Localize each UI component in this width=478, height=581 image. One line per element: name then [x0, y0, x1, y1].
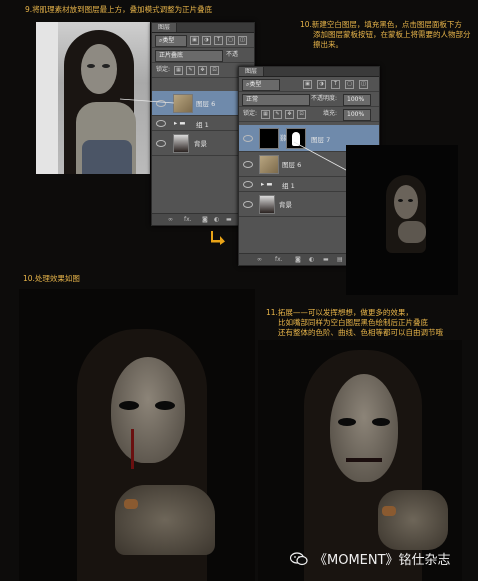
- panel1-tab-layers[interactable]: 图层: [152, 23, 178, 32]
- panel2-lock-label: 锁定:: [243, 110, 258, 117]
- visibility-eye-icon[interactable]: [156, 120, 166, 127]
- panel1-layer-name: 组 1: [196, 121, 209, 129]
- panel1-blend-row: 正片叠底 不透: [152, 48, 254, 63]
- panel1-filter-select[interactable]: ⌕类型: [155, 35, 187, 47]
- new-group-icon[interactable]: ▬: [226, 216, 232, 223]
- panel1-tabbar: 图层: [152, 23, 254, 33]
- adjustment-layer-icon[interactable]: ◐: [309, 256, 314, 263]
- wechat-icon: [289, 551, 308, 566]
- result-photo-large: [19, 289, 255, 581]
- photo-thumbnail: [259, 195, 275, 214]
- panel2-filter-label: 类型: [249, 81, 262, 88]
- visibility-eye-icon[interactable]: [243, 161, 253, 168]
- panel1-filter-row: ⌕类型 ▣ ◑ T ▢ ◫: [152, 33, 254, 48]
- lock-transparency-icon[interactable]: ▦: [174, 66, 183, 75]
- result-photo-extended: [258, 340, 462, 581]
- panel2-fill-label: 填充:: [323, 110, 338, 117]
- panel2-opacity-label: 不透明度:: [311, 95, 338, 102]
- lock-all-icon[interactable]: ⊡: [297, 110, 306, 119]
- link-icon[interactable]: ∞: [168, 216, 173, 223]
- step10-caption-line2: 添加图层蒙板按钮，在蒙板上将需要的人物部分: [313, 30, 471, 39]
- pointer-line: [119, 98, 175, 104]
- visibility-eye-icon[interactable]: [243, 135, 253, 142]
- panel2-tab-layers[interactable]: 图层: [239, 67, 265, 76]
- orange-arrow-icon: [210, 230, 226, 245]
- text-filter-icon[interactable]: T: [331, 80, 340, 89]
- new-group-icon[interactable]: ▬: [323, 256, 329, 263]
- text-filter-icon[interactable]: T: [214, 36, 223, 45]
- visibility-eye-icon[interactable]: [156, 140, 166, 147]
- panel1-lock-label: 锁定:: [156, 66, 171, 73]
- panel2-tabbar: 图层: [239, 67, 379, 77]
- panel2-blend-mode-select[interactable]: 正常: [242, 94, 310, 106]
- step10-caption-line1: 10.新建空白图层，填充黑色，点击图层面板下方: [300, 20, 462, 29]
- texture-thumbnail: [259, 155, 279, 174]
- step9-caption: 9.将肌理素材放到图层最上方，叠加模式调整为正片叠底: [25, 5, 213, 14]
- fx-icon[interactable]: fx.: [275, 256, 283, 263]
- smart-object-filter-icon[interactable]: ◫: [359, 80, 368, 89]
- lock-paint-icon[interactable]: ✎: [273, 110, 282, 119]
- panel2-blend-row: 正常 不透明度: 100%: [239, 92, 379, 107]
- lock-paint-icon[interactable]: ✎: [186, 66, 195, 75]
- group-expand-icon[interactable]: ▸ ▬: [174, 119, 185, 127]
- visibility-eye-icon[interactable]: [243, 201, 253, 208]
- link-icon[interactable]: ∞: [257, 256, 262, 263]
- shape-filter-icon[interactable]: ▢: [226, 36, 235, 45]
- watermark-text: 《MOMENT》铭仕杂志: [314, 552, 451, 568]
- panel2-fill-input[interactable]: 100%: [343, 109, 371, 121]
- step11-caption-line2: 比如嘴部同样为空白图层黑色绘制后正片叠底: [278, 318, 428, 327]
- image-filter-icon[interactable]: ▣: [303, 80, 312, 89]
- adjustment-filter-icon[interactable]: ◑: [317, 80, 326, 89]
- group-expand-icon[interactable]: ▸ ▬: [261, 180, 272, 188]
- photo-thumbnail: [173, 134, 189, 153]
- panel2-lock-row: 锁定: ▦ ✎ ✥ ⊡ 填充: 100%: [239, 107, 379, 122]
- add-mask-icon[interactable]: ◙: [202, 216, 208, 223]
- panel1-layer-name: 图层 6: [196, 100, 216, 108]
- lock-all-icon[interactable]: ⊡: [210, 66, 219, 75]
- step11-caption-line3: 还有整体的色阶、曲线、色相等都可以自由调节哦: [278, 328, 443, 337]
- watermark: 《MOMENT》铭仕杂志: [289, 550, 451, 568]
- image-filter-icon[interactable]: ▣: [190, 36, 199, 45]
- lock-move-icon[interactable]: ✥: [285, 110, 294, 119]
- lock-transparency-icon[interactable]: ▦: [261, 110, 270, 119]
- panel2-layer-name: 背景: [279, 201, 292, 209]
- smart-object-filter-icon[interactable]: ◫: [238, 36, 247, 45]
- step11-caption-line1: 11.拓展——可以发挥想想，做更多的效果，: [266, 308, 413, 317]
- panel1-layer-name: 背景: [194, 140, 207, 148]
- add-mask-icon[interactable]: ◙: [295, 256, 301, 263]
- black-fill-thumbnail: [259, 128, 279, 149]
- panel1-opacity-label: 不透: [226, 51, 239, 58]
- panel2-filter-row: ⌕类型 ▣ ◑ T ▢ ◫: [239, 77, 379, 92]
- step10-result-caption: 10.处理效果如图: [23, 274, 80, 283]
- step10-caption-line3: 擦出来。: [313, 40, 343, 49]
- mask-preview-image: [346, 145, 458, 295]
- panel2-filter-select[interactable]: ⌕类型: [242, 79, 280, 91]
- lock-move-icon[interactable]: ✥: [198, 66, 207, 75]
- new-layer-icon[interactable]: ▤: [337, 256, 343, 263]
- adjustment-layer-icon[interactable]: ◐: [214, 216, 219, 223]
- panel1-blend-mode-select[interactable]: 正片叠底: [155, 50, 223, 62]
- visibility-eye-icon[interactable]: [243, 181, 253, 188]
- adjustment-filter-icon[interactable]: ◑: [202, 36, 211, 45]
- panel1-filter-label: 类型: [162, 37, 175, 44]
- fx-icon[interactable]: fx.: [184, 216, 192, 223]
- panel2-opacity-input[interactable]: 100%: [343, 94, 371, 106]
- shape-filter-icon[interactable]: ▢: [345, 80, 354, 89]
